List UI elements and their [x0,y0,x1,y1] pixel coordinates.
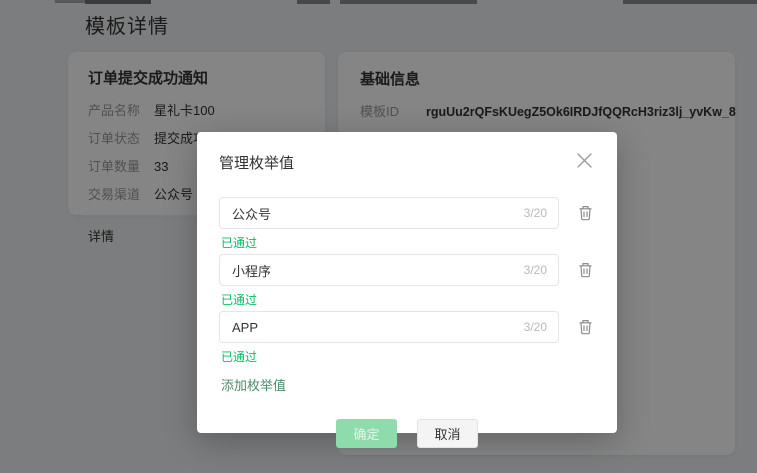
delete-icon[interactable] [576,203,595,223]
enum-value-input[interactable] [219,254,559,286]
status-approved-link[interactable]: 已通过 [221,234,257,251]
enum-value-row: 3/20 [219,311,595,343]
close-icon[interactable] [574,150,595,171]
enum-value-input[interactable] [219,197,559,229]
manage-enum-values-dialog: 管理枚举值 3/20 已通过 3/20 [197,132,617,433]
enum-value-row: 3/20 [219,197,595,229]
status-approved-link[interactable]: 已通过 [221,291,257,308]
status-approved-link[interactable]: 已通过 [221,348,257,365]
cancel-button[interactable]: 取消 [417,419,478,448]
confirm-button[interactable]: 确定 [336,419,397,448]
delete-icon[interactable] [576,317,595,337]
char-counter: 3/20 [524,206,547,220]
char-counter: 3/20 [524,320,547,334]
char-counter: 3/20 [524,263,547,277]
delete-icon[interactable] [576,260,595,280]
enum-value-input[interactable] [219,311,559,343]
enum-value-row: 3/20 [219,254,595,286]
add-enum-value-link[interactable]: 添加枚举值 [221,375,286,394]
dialog-title: 管理枚举值 [219,150,294,173]
